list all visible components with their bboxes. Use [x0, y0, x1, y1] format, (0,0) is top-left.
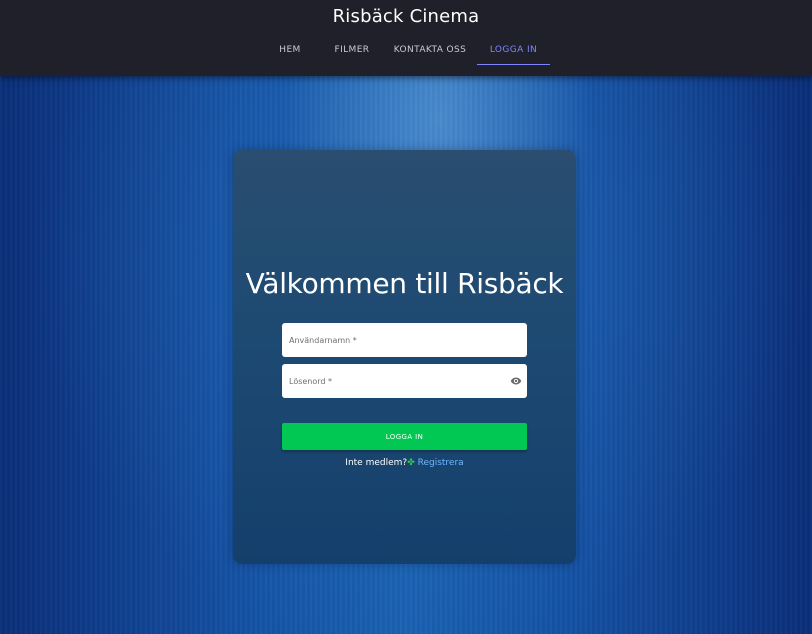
password-input[interactable]: [282, 364, 527, 398]
nav-item-logga-in[interactable]: LOGGA IN: [477, 38, 550, 65]
username-field: [282, 323, 527, 357]
nav-item-hem[interactable]: HEM: [270, 38, 310, 64]
clover-icon: ✤: [407, 458, 415, 468]
nav-item-kontakta-oss[interactable]: KONTAKTA OSS: [392, 38, 468, 64]
nav-item-filmer[interactable]: FILMER: [330, 38, 374, 64]
signup-prompt-text: Inte medlem?: [345, 458, 408, 468]
signup-prompt-row: Inte medlem?✤ Registrera: [233, 458, 576, 468]
site-brand: Risbäck Cinema: [332, 6, 480, 27]
site-header: Risbäck Cinema HEM FILMER KONTAKTA OSS L…: [0, 0, 812, 76]
login-button[interactable]: LOGGA IN: [282, 423, 527, 450]
login-card: Välkommen till Risbäck LOGGA IN Inte med…: [233, 150, 576, 564]
eye-icon[interactable]: [510, 375, 522, 387]
login-title: Välkommen till Risbäck: [245, 267, 564, 300]
username-input[interactable]: [282, 323, 527, 357]
password-field: [282, 364, 527, 398]
register-link[interactable]: Registrera: [418, 458, 464, 468]
